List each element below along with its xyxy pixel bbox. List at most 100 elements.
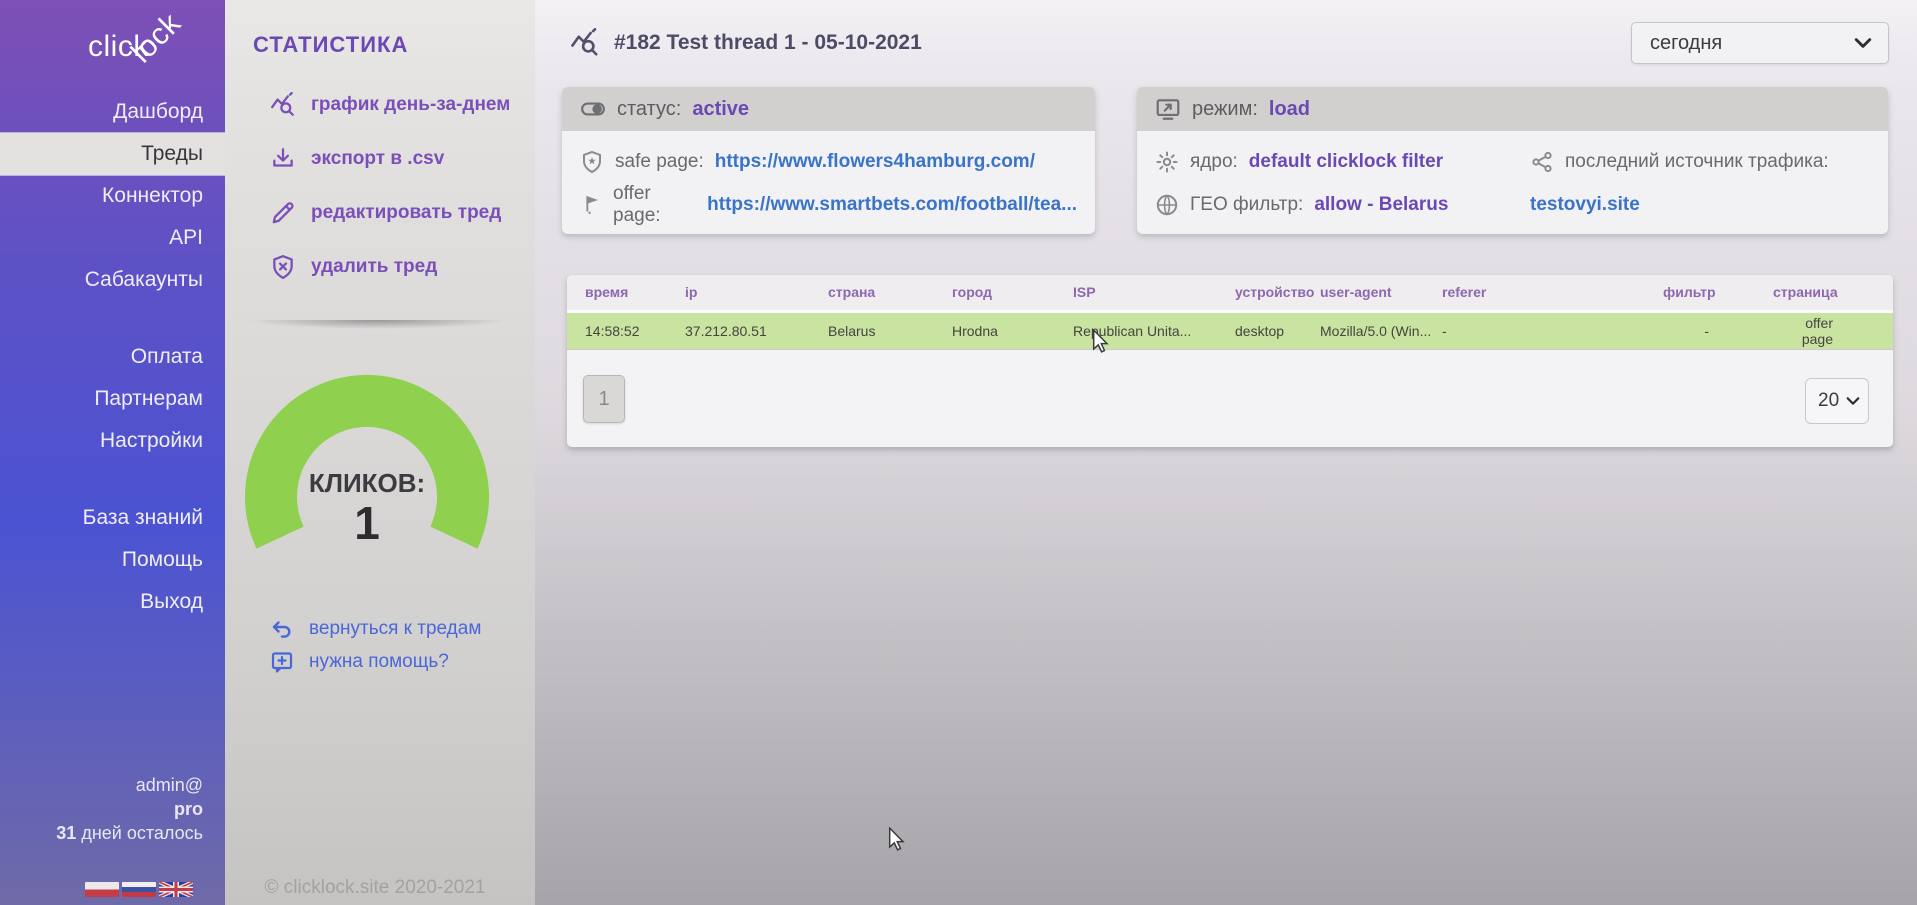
stats-title: СТАТИСТИКА — [253, 32, 408, 58]
core-label: ядро: — [1190, 151, 1238, 173]
menu-item-daily-chart[interactable]: график день-за-днем — [270, 78, 521, 132]
gauge-label: КЛИКОВ: — [225, 468, 509, 499]
chart-search-icon — [270, 92, 296, 118]
cell-ip: 37.212.80.51 — [685, 311, 828, 349]
sidebar-item-help[interactable]: Помощь — [0, 539, 225, 581]
clicklock-app: click lock Дашборд Треды Коннектор API С… — [0, 0, 1917, 905]
traffic-source-row: последний источник трафика: — [1530, 140, 1870, 183]
russia-flag[interactable] — [122, 882, 156, 897]
share-icon — [1530, 150, 1554, 174]
sidebar-item-dashboard[interactable]: Дашборд — [0, 91, 225, 133]
menu-item-export-csv[interactable]: экспорт в .csv — [270, 132, 521, 186]
menu-item-label: экспорт в .csv — [311, 148, 444, 170]
table-row[interactable]: 14:58:52 37.212.80.51 Belarus Hrodna Rep… — [567, 311, 1893, 349]
period-select-value: сегодня — [1650, 32, 1854, 55]
col-city[interactable]: город — [952, 275, 1073, 311]
offer-page-link[interactable]: https://www.smartbets.com/football/tea..… — [707, 194, 1077, 216]
traffic-source-label: последний источник трафика: — [1565, 151, 1829, 173]
link-label: нужна помощь? — [309, 651, 449, 673]
col-user-agent[interactable]: user-agent — [1320, 275, 1442, 311]
page-1-button[interactable]: 1 — [583, 375, 625, 423]
flag-icon — [580, 193, 602, 217]
safe-page-label: safe page: — [615, 151, 704, 173]
col-referer[interactable]: referer — [1442, 275, 1663, 311]
clicklock-logo[interactable]: click lock — [88, 30, 149, 72]
mode-value: load — [1269, 98, 1310, 121]
language-switcher — [85, 882, 193, 897]
core-value: default clicklock filter — [1249, 151, 1443, 173]
status-value: active — [692, 98, 749, 121]
visits-table: время ip страна город ISP устройство use… — [567, 275, 1893, 350]
chevron-down-icon — [1846, 396, 1860, 406]
mouse-cursor — [1090, 329, 1110, 353]
account-days-left: 31дней осталось — [56, 821, 203, 845]
menu-item-label: редактировать тред — [311, 202, 501, 224]
geo-filter-label: ГЕО фильтр: — [1190, 194, 1303, 216]
account-info: admin@ pro 31дней осталось — [56, 773, 203, 845]
core-row: ядро: default clicklock filter — [1155, 140, 1530, 183]
traffic-source-link[interactable]: testovyi.site — [1530, 183, 1870, 226]
sidebar-item-payment[interactable]: Оплата — [0, 336, 225, 378]
cell-filter: - — [1663, 311, 1773, 349]
chart-search-icon — [570, 28, 600, 58]
back-to-threads-link[interactable]: вернуться к тредам — [270, 612, 525, 645]
cell-referer: - — [1442, 311, 1663, 349]
sidebar-item-logout[interactable]: Выход — [0, 581, 225, 623]
safe-page-link[interactable]: https://www.flowers4hamburg.com/ — [715, 151, 1035, 173]
menu-item-delete-thread[interactable]: удалить тред — [270, 240, 521, 294]
period-select[interactable]: сегодня — [1631, 22, 1889, 64]
mouse-cursor — [886, 827, 906, 851]
screen-share-icon — [1155, 96, 1181, 122]
export-csv-icon — [270, 146, 296, 172]
link-label: вернуться к тредам — [309, 618, 481, 640]
col-device[interactable]: устройство — [1235, 275, 1320, 311]
pencil-icon — [270, 200, 296, 226]
safe-page-row: safe page: https://www.flowers4hamburg.c… — [580, 140, 1077, 183]
menu-item-edit-thread[interactable]: редактировать тред — [270, 186, 521, 240]
poland-flag[interactable] — [85, 882, 119, 897]
account-plan: pro — [56, 797, 203, 821]
shield-x-icon — [270, 254, 296, 280]
col-country[interactable]: страна — [828, 275, 952, 311]
uk-flag[interactable] — [159, 882, 193, 897]
col-isp[interactable]: ISP — [1073, 275, 1235, 311]
stats-divider — [247, 320, 507, 329]
menu-item-label: удалить тред — [311, 256, 437, 278]
chevron-down-icon — [1854, 37, 1872, 49]
cell-device: desktop — [1235, 311, 1320, 349]
sidebar: click lock Дашборд Треды Коннектор API С… — [0, 0, 225, 905]
stats-panel: СТАТИСТИКА график день-за-днем экспорт в… — [225, 0, 535, 905]
sidebar-item-settings[interactable]: Настройки — [0, 420, 225, 462]
status-label: статус: — [617, 98, 681, 121]
cell-time: 14:58:52 — [567, 311, 685, 349]
sidebar-item-connector[interactable]: Коннектор — [0, 175, 225, 217]
offer-page-row: offer page: https://www.smartbets.com/fo… — [580, 183, 1077, 226]
sidebar-item-partners[interactable]: Партнерам — [0, 378, 225, 420]
page-title: #182 Test thread 1 - 05-10-2021 — [614, 31, 922, 55]
col-filter[interactable]: фильтр — [1663, 275, 1773, 311]
need-help-link[interactable]: нужна помощь? — [270, 645, 525, 678]
sidebar-item-threads[interactable]: Треды — [0, 133, 225, 175]
col-ip[interactable]: ip — [685, 275, 828, 311]
table-header-row: время ip страна город ISP устройство use… — [567, 275, 1893, 311]
sidebar-item-knowledge-base[interactable]: База знаний — [0, 497, 225, 539]
col-time[interactable]: время — [567, 275, 685, 311]
cell-page: offer page — [1773, 311, 1893, 349]
sidebar-item-api[interactable]: API — [0, 217, 225, 259]
cell-country: Belarus — [828, 311, 952, 349]
page-size-select[interactable]: 20 — [1805, 378, 1869, 424]
sidebar-item-subaccounts[interactable]: Сабакаунты — [0, 259, 225, 301]
globe-icon — [1155, 193, 1179, 217]
gear-icon — [1155, 150, 1179, 174]
message-plus-icon — [270, 650, 294, 674]
cell-user-agent: Mozilla/5.0 (Win... — [1320, 311, 1442, 349]
col-page[interactable]: страница — [1773, 275, 1893, 311]
sidebar-nav: Дашборд Треды Коннектор API Сабакаунты О… — [0, 91, 225, 623]
page-header: #182 Test thread 1 - 05-10-2021 — [570, 28, 922, 58]
main-content: #182 Test thread 1 - 05-10-2021 сегодня … — [535, 0, 1917, 905]
mode-card-header: режим: load — [1137, 87, 1888, 131]
menu-item-label: график день-за-днем — [311, 94, 510, 116]
status-card: статус: active safe page: https://www.fl… — [562, 87, 1095, 234]
status-card-header: статус: active — [562, 87, 1095, 131]
geo-filter-row: ГЕО фильтр: allow - Belarus — [1155, 183, 1530, 226]
